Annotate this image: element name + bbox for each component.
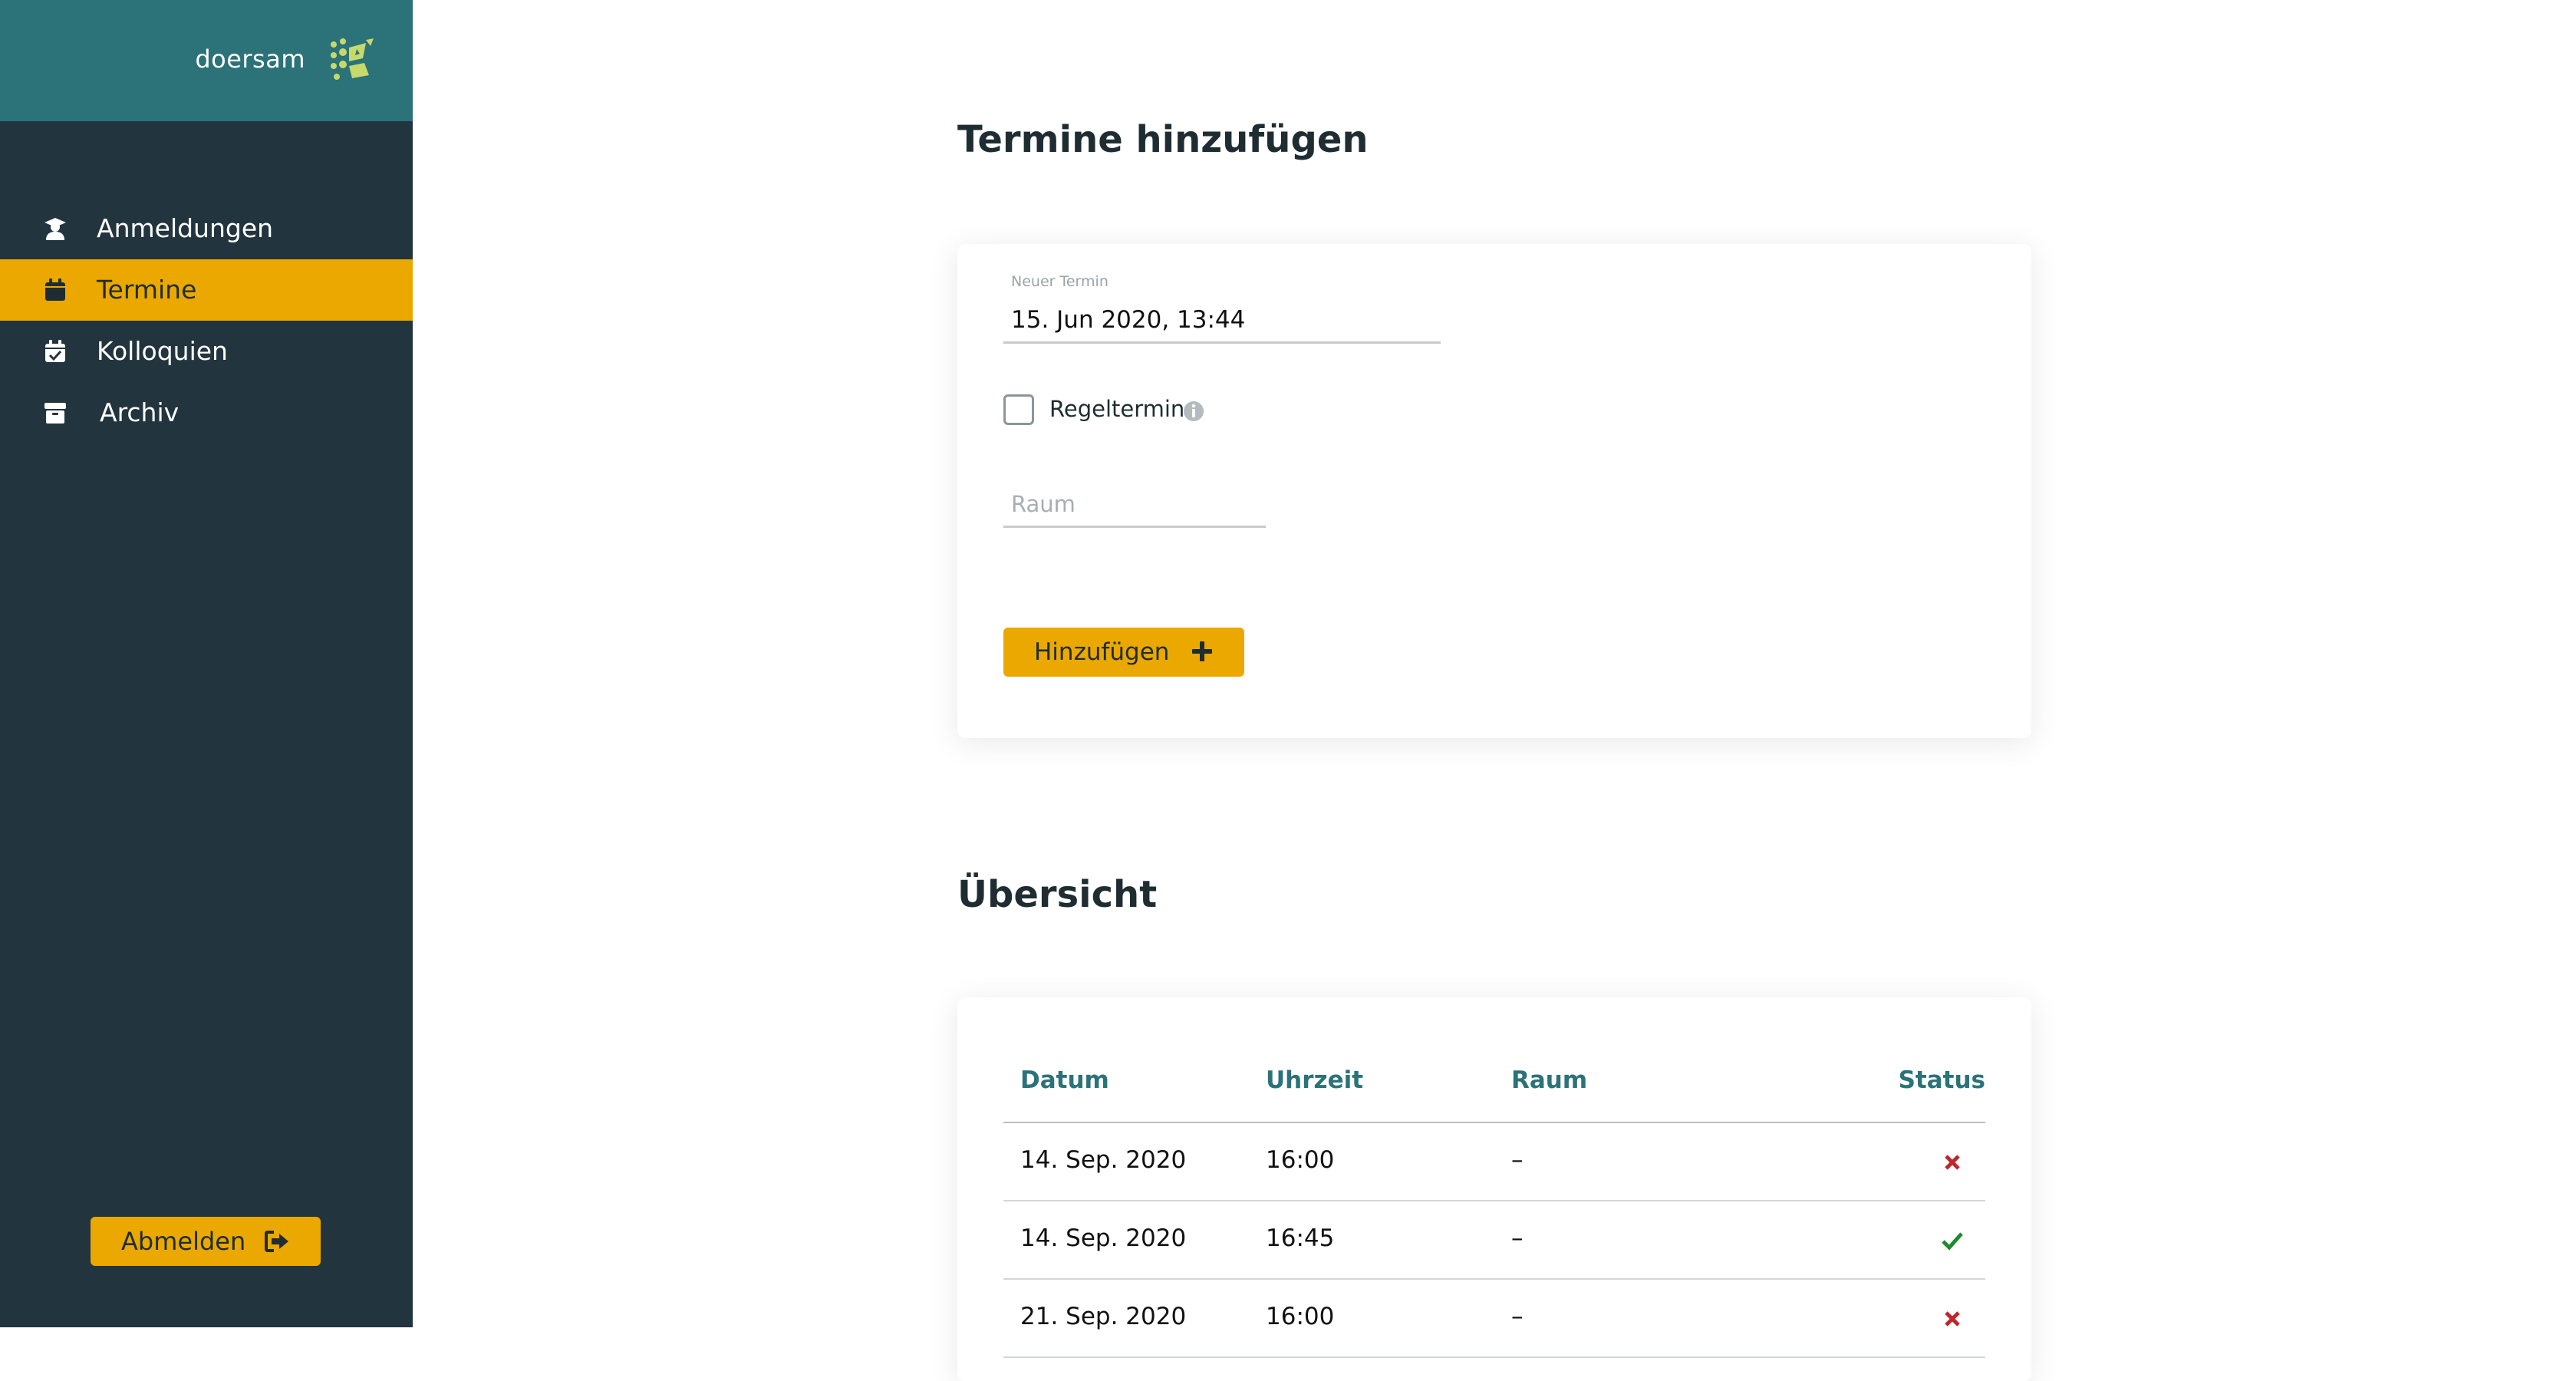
cell-time: 16:45 [1266,1224,1335,1252]
sign-out-icon [265,1231,288,1252]
archive-box-icon [44,403,66,424]
sidebar: doersam Anmeldungen Termine Kolloquien A… [0,0,413,1327]
brand-header: doersam [0,0,413,121]
brand-name: doersam [195,44,305,74]
recurring-checkbox[interactable] [1003,394,1034,425]
cell-date: 14. Sep. 2020 [1020,1146,1187,1174]
cancelled-x-icon[interactable] [1941,1151,1964,1174]
room-field[interactable] [1003,482,1266,528]
main-content: Termine hinzufügen Neuer Termin Regelter… [413,0,2576,1381]
cell-room: – [1511,1303,1524,1330]
column-header-datum[interactable]: Datum [1020,1066,1109,1094]
confirmed-check-icon[interactable] [1941,1229,1964,1252]
sidebar-item-label: Kolloquien [97,336,228,366]
cell-room: – [1511,1146,1524,1174]
sidebar-item-anmeldungen[interactable]: Anmeldungen [0,198,413,259]
table-row[interactable]: 21. Sep. 2020 16:00 – [1003,1280,1985,1358]
cell-date: 14. Sep. 2020 [1020,1224,1187,1252]
cell-time: 16:00 [1266,1146,1335,1174]
column-header-uhrzeit[interactable]: Uhrzeit [1266,1066,1363,1094]
plus-icon [1192,641,1212,661]
logout-label: Abmelden [121,1227,246,1256]
table-row[interactable]: 14. Sep. 2020 16:45 – [1003,1201,1985,1280]
sidebar-item-label: Anmeldungen [97,213,274,243]
calendar-icon [45,279,65,301]
table-header: Datum Uhrzeit Raum Status [1003,1059,1985,1123]
graduate-user-icon [44,218,66,240]
cell-date: 21. Sep. 2020 [1020,1303,1187,1330]
logout-button[interactable]: Abmelden [91,1217,321,1266]
add-button[interactable]: Hinzufügen [1003,628,1244,677]
column-header-status[interactable]: Status [1899,1066,1985,1094]
date-field-label: Neuer Termin [1011,273,1108,290]
sidebar-item-label: Archiv [100,397,180,427]
cell-room: – [1511,1224,1524,1252]
appointments-table: Datum Uhrzeit Raum Status 14. Sep. 2020 … [957,997,2031,1381]
doersam-logo-icon [331,38,374,80]
cell-time: 16:00 [1266,1303,1335,1330]
info-icon[interactable] [1183,400,1204,422]
add-appointment-card: Neuer Termin Regeltermin Hinzufügen [957,244,2031,738]
column-header-raum[interactable]: Raum [1511,1066,1587,1094]
page-title: Termine hinzufügen [957,118,1369,161]
overview-title: Übersicht [957,873,1158,916]
sidebar-item-termine[interactable]: Termine [0,259,413,321]
date-field[interactable] [1003,298,1441,344]
recurring-label: Regeltermin [1049,396,1185,422]
sidebar-item-archiv[interactable]: Archiv [0,382,413,443]
sidebar-item-kolloquien[interactable]: Kolloquien [0,321,413,382]
sidebar-nav: Anmeldungen Termine Kolloquien Archiv [0,198,413,443]
sidebar-item-label: Termine [97,275,197,305]
add-button-label: Hinzufügen [1034,638,1170,666]
calendar-check-icon [45,340,65,362]
table-row[interactable]: 14. Sep. 2020 16:00 – [1003,1123,1985,1201]
